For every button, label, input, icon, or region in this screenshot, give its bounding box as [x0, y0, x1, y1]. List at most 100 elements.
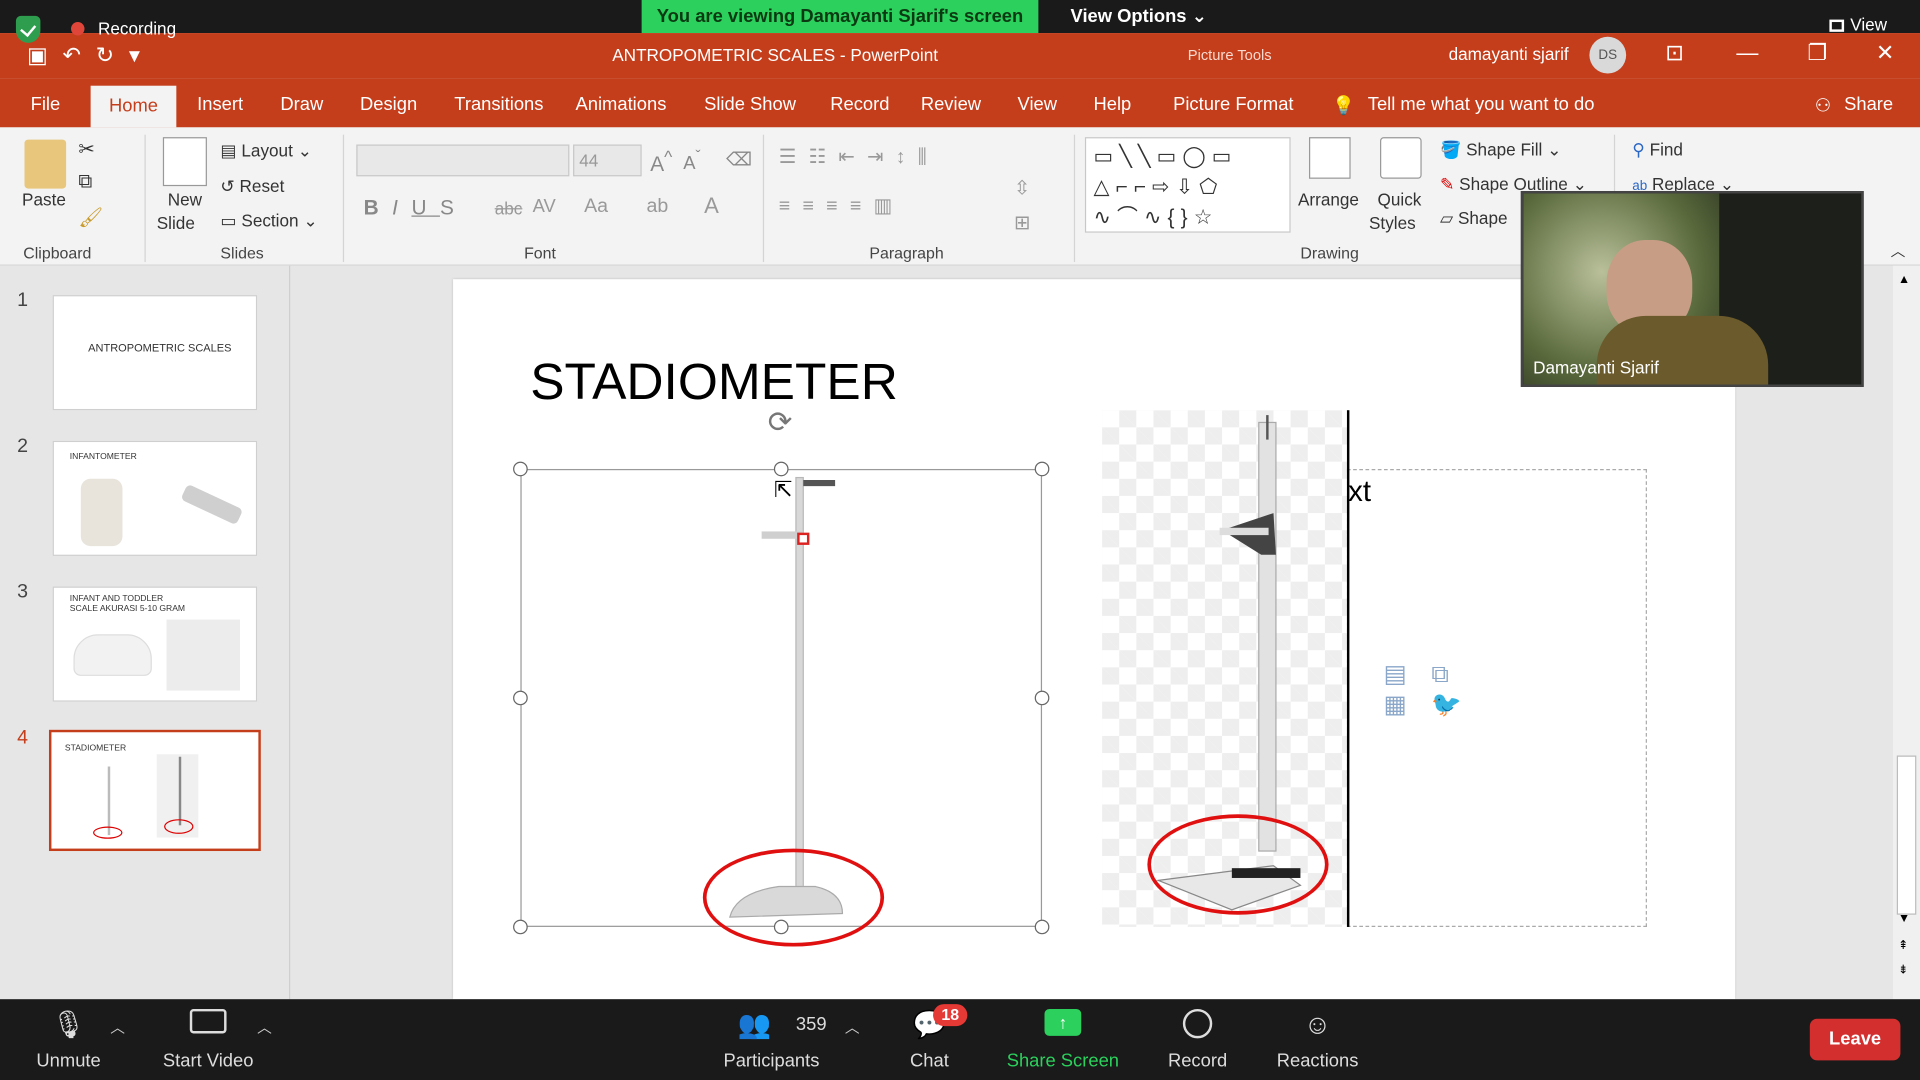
list-buttons[interactable]: ☰☷⇤⇥↕⫼	[779, 144, 939, 168]
placeholder-text[interactable]: xt	[1348, 475, 1371, 509]
collapse-ribbon-icon[interactable]: ︿	[1891, 240, 1906, 261]
participants-button[interactable]: 👥 359 Participants	[715, 999, 828, 1080]
paste-icon[interactable]	[24, 139, 67, 189]
resize-handle[interactable]	[1034, 919, 1050, 935]
format-painter-icon[interactable]: 🖌	[78, 206, 103, 230]
insert-content-icons[interactable]: ▤⧉ ▦🐦	[1384, 659, 1487, 720]
highlight-icon[interactable]: ab	[647, 196, 669, 218]
font-name-box[interactable]	[356, 144, 570, 177]
tab-picture-format[interactable]: Picture Format	[1173, 94, 1293, 115]
redo-icon[interactable]: ↻	[96, 43, 129, 67]
tab-animations[interactable]: Animations	[576, 94, 667, 115]
align-buttons[interactable]: ≡≡≡≡▥	[779, 193, 904, 217]
unmute-button[interactable]: 🎙 Unmute	[24, 999, 112, 1080]
tab-insert[interactable]: Insert	[197, 94, 243, 115]
view-options-button[interactable]: View Options ⌄	[1065, 0, 1212, 33]
scroll-down-icon[interactable]: ▼	[1898, 912, 1910, 925]
layout-button[interactable]: ▤ Layout ⌄	[220, 141, 312, 162]
user-name[interactable]: damayanti sjarif	[1449, 44, 1569, 64]
tab-view[interactable]: View	[1018, 94, 1057, 115]
slide-thumbnail-2[interactable]: INFANTOMETER	[52, 440, 258, 556]
customize-icon[interactable]: ▾	[129, 43, 155, 67]
tab-design[interactable]: Design	[360, 94, 417, 115]
arrange-icon[interactable]	[1308, 137, 1351, 179]
previous-slide-icon[interactable]: ⇞	[1898, 939, 1908, 952]
tab-review[interactable]: Review	[921, 94, 981, 115]
view-button[interactable]: View	[1829, 15, 1887, 34]
share-button[interactable]: Share	[1844, 94, 1893, 115]
audio-options-caret-icon[interactable]: ︿	[110, 1016, 125, 1037]
tab-record[interactable]: Record	[830, 94, 889, 115]
undo-icon[interactable]: ↶	[62, 43, 95, 67]
restore-icon[interactable]: ❐	[1807, 40, 1827, 66]
tell-me-search[interactable]: Tell me what you want to do	[1368, 94, 1595, 115]
minimize-icon[interactable]: —	[1736, 40, 1758, 66]
avatar[interactable]: DS	[1589, 36, 1627, 74]
slide-thumbnail-3[interactable]: INFANT AND TODDLER SCALE AKURASI 5-10 GR…	[52, 586, 258, 702]
paste-button[interactable]: Paste	[22, 190, 66, 210]
italic-icon[interactable]: I	[392, 196, 411, 219]
new-slide-label-2[interactable]: Slide	[157, 213, 195, 233]
quick-styles-label[interactable]: Quick	[1378, 190, 1422, 210]
arrange-button[interactable]: Arrange	[1298, 190, 1359, 210]
tab-home[interactable]: Home	[90, 85, 177, 128]
resize-handle[interactable]	[513, 461, 528, 477]
reactions-button[interactable]: ☺ Reactions	[1273, 999, 1361, 1080]
resize-handle[interactable]	[773, 919, 789, 935]
security-shield-icon[interactable]	[15, 15, 41, 43]
copy-icon[interactable]: ⧉	[78, 171, 92, 193]
rotate-handle-icon[interactable]: ⟳	[768, 405, 793, 441]
next-slide-icon[interactable]: ⇟	[1898, 964, 1908, 977]
tab-transitions[interactable]: Transitions	[454, 94, 543, 115]
bold-icon[interactable]: B	[364, 196, 393, 219]
close-icon[interactable]: ✕	[1876, 40, 1894, 66]
quick-styles-icon[interactable]	[1380, 137, 1422, 179]
save-icon[interactable]: ▣	[27, 43, 63, 67]
clear-format-icon[interactable]: ⌫	[726, 148, 752, 170]
align-text-icon[interactable]: ⇳	[1014, 176, 1030, 200]
smartart-icon[interactable]: ⊞	[1014, 211, 1030, 235]
resize-handle[interactable]	[1034, 690, 1050, 706]
strikethrough-icon[interactable]: abc	[495, 198, 523, 218]
shape-fill-button[interactable]: 🪣 Shape Fill ⌄	[1440, 140, 1561, 161]
font-size-box[interactable]: 44	[573, 144, 642, 177]
resize-handle[interactable]	[513, 690, 528, 706]
participants-caret-icon[interactable]: ︿	[845, 1016, 860, 1037]
scroll-up-icon[interactable]: ▲	[1898, 273, 1910, 286]
cut-icon[interactable]: ✂	[78, 137, 94, 161]
shadow-icon[interactable]: S	[440, 196, 467, 219]
new-slide-icon[interactable]	[162, 137, 207, 187]
font-color-icon[interactable]: A	[704, 193, 719, 219]
new-slide-label[interactable]: New	[168, 190, 202, 210]
scroll-thumb[interactable]	[1896, 755, 1917, 915]
slide-title[interactable]: STADIOMETER	[530, 353, 898, 412]
change-case-icon[interactable]: Aa	[584, 196, 608, 218]
section-button[interactable]: ▭ Section ⌄	[220, 211, 317, 232]
grow-font-icon[interactable]: A^	[650, 148, 672, 177]
record-button[interactable]: Record	[1163, 999, 1232, 1080]
video-options-caret-icon[interactable]: ︿	[257, 1016, 272, 1037]
shape-effects-button[interactable]: ▱ Shape	[1440, 208, 1508, 229]
start-video-button[interactable]: Start Video	[154, 999, 262, 1080]
format-buttons[interactable]: BIUS	[364, 196, 468, 220]
vertical-scrollbar[interactable]: ▲ ▼ ⇞ ⇟	[1893, 265, 1920, 1000]
slide-canvas[interactable]: STADIOMETER ⟳ ⇱ xt ▤⧉ ▦🐦	[453, 279, 1736, 1000]
slide-thumbnail-4[interactable]: STADIOMETER	[48, 729, 261, 852]
share-screen-button[interactable]: ↑ Share Screen	[1007, 999, 1120, 1080]
tab-draw[interactable]: Draw	[280, 94, 323, 115]
find-button[interactable]: ⚲ Find	[1632, 140, 1683, 161]
slide-thumbnail-1[interactable]: ANTROPOMETRIC SCALES	[52, 295, 258, 411]
resize-handle[interactable]	[1034, 461, 1050, 477]
leave-button[interactable]: Leave	[1809, 1018, 1901, 1061]
participant-video[interactable]: Damayanti Sjarif	[1520, 191, 1864, 387]
underline-icon[interactable]: U	[411, 196, 440, 219]
tab-file[interactable]: File	[31, 94, 61, 115]
reset-button[interactable]: ↺ Reset	[220, 176, 284, 197]
shapes-gallery[interactable]: ▭╲╲▭◯▭ △⌐⌐⇨⇩⬠ ∿⌒∿{}☆	[1084, 137, 1291, 233]
quick-styles-label-2[interactable]: Styles	[1369, 213, 1416, 233]
shrink-font-icon[interactable]: Aˇ	[683, 148, 700, 174]
resize-handle[interactable]	[513, 919, 528, 935]
resize-handle[interactable]	[773, 461, 789, 477]
char-spacing-icon[interactable]: AV	[533, 196, 556, 217]
tab-help[interactable]: Help	[1093, 94, 1131, 115]
